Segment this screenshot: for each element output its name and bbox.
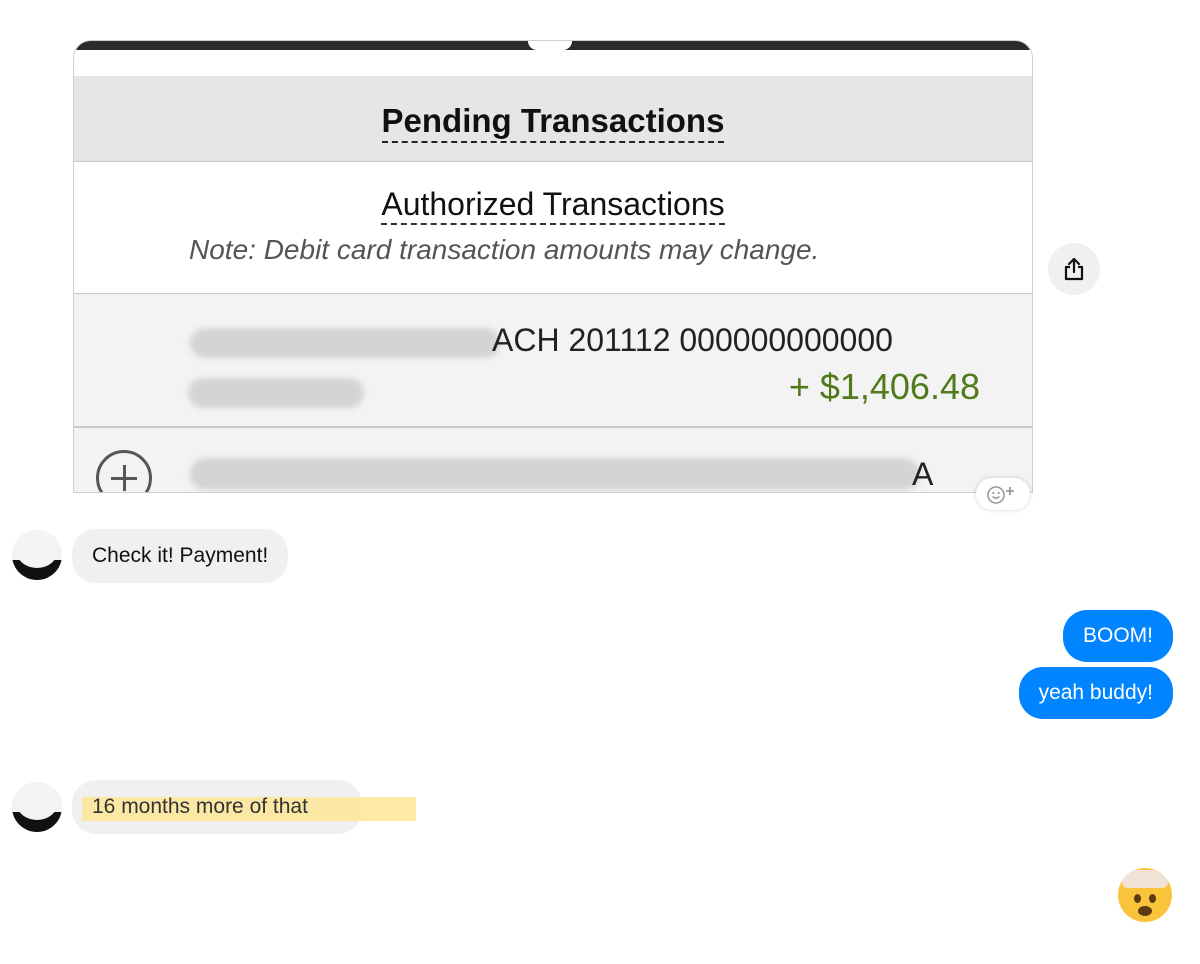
redacted-text [188, 378, 364, 408]
sent-message-bubble[interactable]: BOOM! [1062, 610, 1173, 662]
avatar[interactable] [12, 530, 62, 580]
received-message-bubble[interactable]: Check it! Payment! [72, 529, 289, 583]
shared-screenshot-image[interactable]: Pending Transactions Authorized Transact… [73, 40, 1033, 493]
share-button[interactable] [1048, 243, 1100, 295]
authorized-transactions-title: Authorized Transactions [381, 186, 725, 225]
redacted-text [190, 458, 920, 490]
received-message-text: 16 months more of that [92, 795, 308, 818]
transaction-description: A [912, 456, 934, 492]
plus-circle-icon [96, 450, 152, 492]
add-reaction-icon [987, 486, 1014, 504]
add-reaction-button[interactable] [976, 478, 1030, 510]
transaction-row: A [74, 428, 1032, 492]
redacted-text [190, 328, 500, 358]
transaction-row: ACH 201112 000000000000 + $1,406.48 [74, 294, 1032, 428]
debit-note: Note: Debit card transaction amounts may… [189, 234, 820, 265]
pending-transactions-title: Pending Transactions [381, 102, 725, 143]
transaction-amount: + $1,406.48 [788, 366, 980, 407]
pending-header: Pending Transactions [74, 76, 1032, 162]
avatar[interactable] [12, 782, 62, 832]
exploding-head-emoji-icon[interactable] [1118, 868, 1172, 922]
transaction-description: ACH 201112 000000000000 [492, 322, 893, 358]
sent-message-bubble[interactable]: yeah buddy! [1018, 667, 1173, 719]
image-top-bar [74, 41, 1032, 50]
share-icon [1064, 257, 1084, 281]
authorized-section: Authorized Transactions Note: Debit card… [74, 162, 1032, 294]
